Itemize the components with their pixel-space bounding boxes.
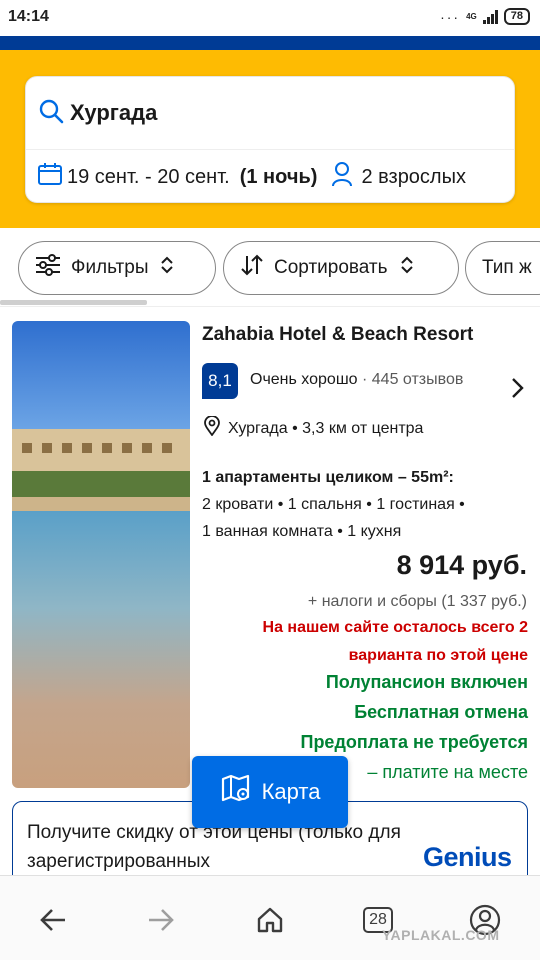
calendar-icon (37, 161, 63, 193)
watermark: YAPLAKAL.COM (382, 927, 500, 943)
hotel-location: Хургада • 3,3 км от центра (204, 415, 424, 441)
battery-indicator: 78 (503, 8, 530, 25)
perk-free-cancellation: Бесплатная отмена (354, 702, 528, 722)
perk-pay-at-property: – платите на месте (367, 762, 528, 782)
divider (0, 306, 540, 307)
search-summary-card[interactable]: Хургада 19 сент. - 20 сент. (1 ночь) 2 в… (25, 76, 515, 203)
map-label: Карта (261, 779, 321, 804)
unit-title: 1 апартаменты целиком – 55m²: (202, 469, 454, 486)
network-type-label: 4G (466, 11, 477, 21)
browser-bottom-nav: 28 YAPLAKAL.COM (0, 875, 540, 960)
sort-label: Сортировать (274, 257, 388, 278)
dates-guests-row[interactable]: 19 сент. - 20 сент. (1 ночь) 2 взрослых (26, 150, 514, 204)
genius-logo: Genius (423, 842, 512, 872)
sort-arrows-icon (240, 254, 264, 282)
brand-strip (0, 36, 540, 50)
review-score-badge: 8,1 (202, 363, 238, 399)
unit-details-line: 1 ванная комната • 1 кухня (202, 523, 402, 540)
signal-icon (482, 9, 498, 24)
property-type-label: Тип ж (482, 257, 532, 278)
hotel-photo[interactable] (12, 321, 190, 788)
guests-text: 2 взрослых (361, 165, 466, 188)
map-pin-icon (204, 415, 220, 441)
status-icons: ··· 4G 78 (440, 8, 530, 25)
filters-button[interactable]: Фильтры (18, 241, 216, 295)
review-summary: Очень хорошо · 445 отзывов (250, 371, 463, 389)
back-icon[interactable] (35, 902, 71, 938)
home-icon[interactable] (252, 902, 288, 938)
forward-icon[interactable] (143, 902, 179, 938)
location-text: Хургада • 3,3 км от центра (228, 419, 424, 437)
chevron-updown-icon (160, 255, 174, 281)
chips-scroll-indicator (0, 300, 147, 305)
nights-count-text: (1 ночь) (239, 165, 318, 188)
date-range-text: 19 сент. - 20 сент. (67, 165, 230, 188)
map-button[interactable]: Карта (192, 756, 348, 828)
destination-row[interactable]: Хургада (26, 77, 514, 149)
perk-no-prepayment: Предоплата не требуется (300, 732, 529, 752)
rating-separator: · (362, 371, 368, 388)
reviews-count: 445 отзывов (371, 371, 464, 388)
chevron-updown-icon (400, 255, 414, 281)
status-time: 14:14 (8, 8, 49, 25)
filter-chips-row: Фильтры Сортировать Тип ж (0, 241, 540, 295)
hotel-name[interactable]: Zahabia Hotel & Beach Resort (202, 324, 473, 346)
destination-text: Хургада (70, 100, 158, 125)
map-icon (220, 773, 252, 811)
price: 8 914 руб. (396, 550, 527, 580)
notification-dots-icon: ··· (440, 8, 461, 25)
hotel-card[interactable]: Zahabia Hotel & Beach Resort 8,1 Очень х… (0, 312, 540, 794)
taxes-fees: + налоги и сборы (1 337 руб.) (307, 593, 527, 610)
scarcity-message: варианта по этой цене (348, 647, 528, 664)
person-icon (331, 161, 353, 193)
property-type-button[interactable]: Тип ж (465, 241, 540, 295)
sliders-icon (35, 254, 61, 282)
rating-label: Очень хорошо (250, 371, 358, 388)
search-icon (38, 98, 64, 129)
status-bar: 14:14 ··· 4G 78 (0, 0, 540, 36)
sort-button[interactable]: Сортировать (223, 241, 459, 295)
filters-label: Фильтры (71, 257, 149, 278)
scarcity-message: На нашем сайте осталось всего 2 (262, 619, 528, 636)
chevron-right-icon[interactable] (510, 376, 524, 405)
perk-half-board: Полупансион включен (325, 672, 528, 692)
unit-details-line: 2 кровати • 1 спальня • 1 гостиная • (202, 496, 465, 513)
